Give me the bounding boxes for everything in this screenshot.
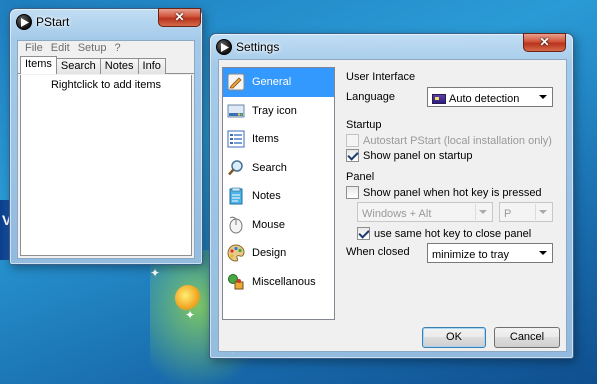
same-hotkey-label: use same hot key to close panel	[374, 227, 532, 240]
panel-group: Panel Show panel when hot key is pressed…	[338, 171, 563, 293]
show-panel-startup-checkbox[interactable]	[346, 149, 359, 162]
pstart-tabs: Items Search Notes Info	[18, 56, 194, 74]
chevron-down-icon	[539, 210, 547, 214]
autostart-checkbox-row[interactable]: Autostart PStart (local installation onl…	[346, 134, 552, 147]
nav-item-label: Notes	[252, 190, 281, 203]
notes-icon	[226, 186, 246, 206]
autostart-label: Autostart PStart (local installation onl…	[363, 134, 552, 147]
menu-edit[interactable]: Edit	[47, 41, 74, 57]
chevron-down-icon	[479, 210, 487, 214]
hotkey-key-select[interactable]: P	[499, 202, 553, 222]
pstart-logo-icon	[16, 14, 32, 30]
group-title: Panel	[346, 171, 375, 183]
pstart-client-area: File Edit Setup ? Items Search Notes Inf…	[17, 40, 195, 259]
same-hotkey-row[interactable]: use same hot key to close panel	[357, 227, 531, 240]
mouse-icon	[226, 215, 246, 235]
hotkey-checkbox-row[interactable]: Show panel when hot key is pressed	[346, 186, 542, 199]
pstart-close-button[interactable]: ✕	[158, 8, 201, 27]
wallpaper-sparkle: ✦	[150, 266, 161, 280]
tab-notes[interactable]: Notes	[99, 58, 139, 74]
group-title: Startup	[346, 119, 382, 131]
wallpaper-sparkle: ✦	[185, 308, 196, 322]
settings-logo-icon	[216, 39, 232, 55]
pstart-menubar: File Edit Setup ?	[18, 41, 194, 57]
nav-item-label: Items	[252, 133, 279, 146]
combo-separator	[535, 204, 536, 220]
cancel-button[interactable]: Cancel	[494, 327, 560, 348]
startup-group: Startup Autostart PStart (local installa…	[338, 119, 563, 164]
items-icon	[226, 129, 246, 149]
nav-item-items[interactable]: Items	[223, 125, 334, 154]
tab-items[interactable]: Items	[20, 56, 57, 74]
language-select[interactable]: Auto detection	[427, 87, 553, 107]
palette-icon	[226, 243, 246, 263]
settings-client-area: General Tray icon Items Search Notes Mou…	[218, 59, 567, 352]
when-closed-value: minimize to tray	[432, 248, 510, 261]
search-icon	[226, 158, 246, 178]
nav-item-label: Miscellanous	[252, 275, 316, 288]
chevron-down-icon	[539, 251, 547, 255]
nav-item-design[interactable]: Design	[223, 239, 334, 268]
show-panel-startup-row[interactable]: Show panel on startup	[346, 149, 472, 162]
general-icon	[226, 72, 246, 92]
nav-item-label: General	[252, 76, 292, 89]
nav-item-notes[interactable]: Notes	[223, 182, 334, 211]
settings-close-button[interactable]: ✕	[523, 33, 566, 52]
user-interface-group: User Interface Language Auto detection	[338, 71, 563, 107]
pstart-window-title: PStart	[36, 15, 70, 29]
pstart-window[interactable]: PStart ✕ File Edit Setup ? Items Search …	[9, 8, 203, 265]
items-panel[interactable]: Rightclick to add items	[20, 75, 192, 256]
menu-setup[interactable]: Setup	[74, 41, 111, 57]
nav-item-label: Tray icon	[252, 104, 297, 117]
settings-category-list[interactable]: General Tray icon Items Search Notes Mou…	[222, 67, 335, 320]
nav-item-mouse[interactable]: Mouse	[223, 211, 334, 240]
nav-item-label: Mouse	[252, 218, 286, 231]
language-label: Language	[346, 91, 395, 103]
settings-window[interactable]: Settings ✕ General Tray icon Items Searc…	[209, 33, 574, 359]
ok-button[interactable]: OK	[422, 327, 486, 348]
nav-item-label: Design	[252, 247, 287, 260]
items-empty-hint: Rightclick to add items	[50, 79, 162, 91]
hotkey-checkbox[interactable]	[346, 186, 359, 199]
hotkey-label: Show panel when hot key is pressed	[363, 186, 542, 199]
when-closed-label: When closed	[346, 246, 410, 258]
when-closed-select[interactable]: minimize to tray	[427, 243, 553, 263]
nav-item-label: Search	[252, 161, 287, 174]
show-panel-startup-label: Show panel on startup	[363, 149, 473, 162]
nav-item-tray-icon[interactable]: Tray icon	[223, 97, 334, 126]
settings-window-title: Settings	[236, 40, 280, 54]
nav-item-search[interactable]: Search	[223, 154, 334, 183]
misc-icon	[226, 272, 246, 292]
language-value: Auto detection	[449, 92, 520, 105]
nav-item-general[interactable]: General	[223, 68, 334, 97]
nav-item-miscellanous[interactable]: Miscellanous	[223, 268, 334, 297]
tab-search[interactable]: Search	[55, 58, 101, 74]
chevron-down-icon	[539, 95, 547, 99]
same-hotkey-checkbox[interactable]	[357, 227, 370, 240]
combo-separator	[475, 204, 476, 220]
group-title: User Interface	[346, 71, 416, 83]
hotkey-key-value: P	[504, 207, 512, 220]
autostart-checkbox[interactable]	[346, 134, 359, 147]
hotkey-modifier-value: Windows + Alt	[362, 207, 432, 220]
menu-help[interactable]: ?	[110, 41, 124, 57]
language-flag-icon	[432, 93, 446, 104]
menu-file[interactable]: File	[21, 41, 47, 57]
hotkey-modifier-select[interactable]: Windows + Alt	[357, 202, 493, 222]
tray-icon	[226, 101, 246, 121]
tab-info[interactable]: Info	[137, 58, 166, 74]
